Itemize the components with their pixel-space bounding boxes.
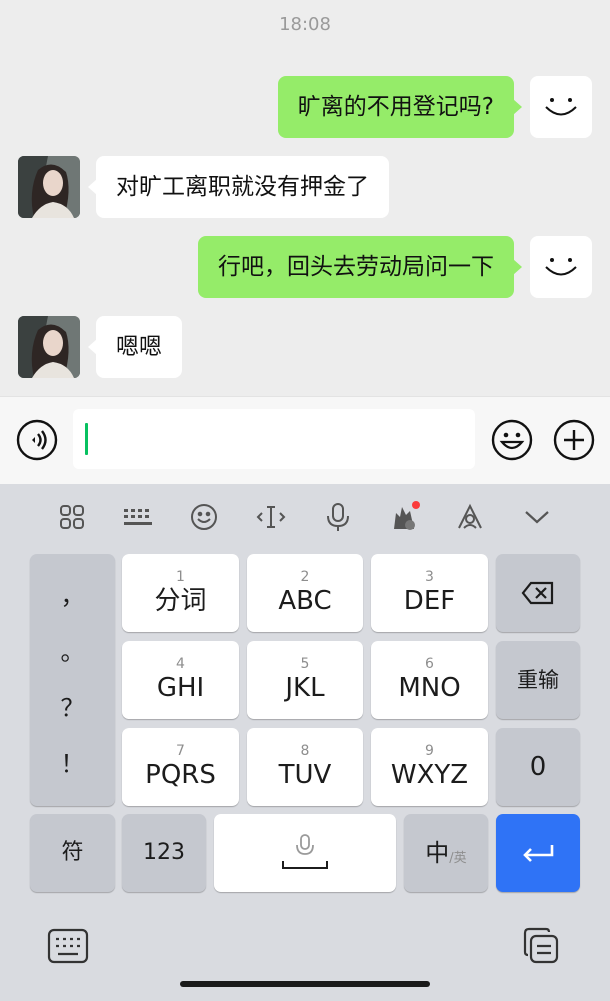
key-number: 7	[176, 743, 185, 759]
contact-photo	[18, 316, 80, 378]
enter-key[interactable]	[496, 814, 580, 892]
key-5[interactable]: 5 JKL	[247, 641, 363, 719]
toolbar-collapse-button[interactable]	[519, 499, 555, 535]
smiley-avatar-icon	[545, 98, 577, 116]
message-row: 嗯嗯	[0, 316, 610, 378]
toolbar-voice-button[interactable]	[320, 499, 356, 535]
key-label: TUV	[278, 760, 332, 790]
key-label: ABC	[278, 586, 332, 616]
my-avatar[interactable]	[530, 236, 592, 298]
key-number: 4	[176, 656, 185, 672]
collapse-icon	[525, 511, 549, 524]
keyboard-icon	[124, 509, 152, 525]
switch-keyboard-button[interactable]	[47, 928, 89, 964]
symbol-key[interactable]: 符	[30, 814, 115, 892]
key-number: 2	[300, 569, 310, 585]
backspace-icon	[521, 581, 554, 605]
enter-icon	[523, 845, 554, 862]
skin-icon	[458, 503, 482, 529]
smile-icon	[191, 504, 217, 530]
key-label: MNO	[398, 673, 461, 703]
message-input[interactable]	[73, 409, 475, 469]
cursor-move-icon	[256, 506, 286, 528]
input-bar	[0, 396, 610, 484]
key-7[interactable]: 7 PQRS	[122, 728, 239, 806]
numeric-label: 123	[143, 840, 185, 865]
message-bubble[interactable]: 行吧，回头去劳动局问一下	[198, 236, 514, 298]
smiley-avatar-icon	[545, 258, 577, 276]
clipboard-icon	[523, 927, 559, 964]
key-9[interactable]: 9 WXYZ	[371, 728, 488, 806]
reinput-label: 重输	[517, 668, 559, 692]
more-button[interactable]	[553, 419, 595, 461]
voice-button[interactable]	[16, 419, 58, 461]
key-8[interactable]: 8 TUV	[247, 728, 363, 806]
message-timestamp: 18:08	[279, 14, 331, 35]
key-6[interactable]: 6 MNO	[371, 641, 488, 719]
voice-icon	[16, 419, 58, 461]
key-number: 8	[300, 743, 310, 759]
emoji-icon	[491, 419, 533, 461]
space-mic-icon	[282, 834, 328, 869]
keyboard: ， 。 ？ ！ 1 分词 2 ABC 3 DEF 4 GHI 5 JKL 6 M…	[0, 484, 610, 1001]
text-cursor	[85, 423, 88, 455]
message-row: 对旷工离职就没有押金了	[0, 156, 610, 218]
theme-icon	[394, 501, 420, 530]
key-number: 6	[425, 656, 434, 672]
my-avatar[interactable]	[530, 76, 592, 138]
key-1[interactable]: 1 分词	[122, 554, 239, 632]
contact-photo	[18, 156, 80, 218]
numeric-key[interactable]: 123	[122, 814, 206, 892]
key-number: 9	[425, 743, 434, 759]
key-2[interactable]: 2 ABC	[247, 554, 363, 632]
zero-key[interactable]: 0	[496, 728, 580, 806]
key-label: JKL	[285, 673, 325, 703]
toolbar-emoji-button[interactable]	[186, 499, 222, 535]
bubble-tail	[513, 99, 522, 115]
punct-key[interactable]: ？	[61, 693, 85, 723]
key-3[interactable]: 3 DEF	[371, 554, 488, 632]
toolbar-skin-button[interactable]	[452, 499, 488, 535]
punctuation-panel[interactable]: ， 。 ？ ！	[30, 554, 115, 806]
message-row: 旷离的不用登记吗?	[0, 76, 610, 138]
switch-keyboard-icon	[47, 928, 89, 964]
key-4[interactable]: 4 GHI	[122, 641, 239, 719]
emoji-button[interactable]	[491, 419, 533, 461]
message-bubble[interactable]: 嗯嗯	[96, 316, 182, 378]
toolbar-theme-button[interactable]	[386, 499, 422, 535]
contact-avatar[interactable]	[18, 156, 80, 218]
language-switch-key[interactable]: 中 /英	[404, 814, 488, 892]
key-number: 5	[300, 656, 310, 672]
message-row: 行吧，回头去劳动局问一下	[0, 236, 610, 298]
key-label: DEF	[403, 586, 456, 616]
message-bubble[interactable]: 旷离的不用登记吗?	[277, 76, 514, 138]
lang-sub-label: /英	[449, 850, 467, 866]
lang-main-label: 中	[425, 839, 450, 867]
plus-icon	[553, 419, 595, 461]
key-label: GHI	[156, 673, 205, 703]
bubble-tail	[513, 259, 522, 275]
contact-avatar[interactable]	[18, 316, 80, 378]
toolbar-keyboard-button[interactable]	[120, 499, 156, 535]
backspace-key[interactable]	[496, 554, 580, 632]
grid-icon	[60, 505, 84, 529]
key-label: 分词	[154, 586, 207, 616]
symbol-label: 符	[61, 840, 84, 865]
message-bubble[interactable]: 对旷工离职就没有押金了	[96, 156, 389, 218]
mic-icon	[327, 503, 349, 531]
key-number: 1	[176, 569, 185, 585]
clipboard-button[interactable]	[521, 926, 561, 966]
punct-key[interactable]: ，	[61, 581, 85, 611]
zero-label: 0	[529, 752, 547, 782]
key-label: WXYZ	[390, 760, 469, 790]
punct-key[interactable]: 。	[61, 637, 85, 667]
toolbar-cursor-button[interactable]	[253, 499, 289, 535]
punct-key[interactable]: ！	[61, 749, 85, 779]
space-key[interactable]	[214, 814, 396, 892]
home-indicator[interactable]	[180, 981, 430, 987]
reinput-key[interactable]: 重输	[496, 641, 580, 719]
key-label: PQRS	[145, 760, 216, 790]
key-number: 3	[425, 569, 434, 585]
toolbar-apps-button[interactable]	[54, 499, 90, 535]
